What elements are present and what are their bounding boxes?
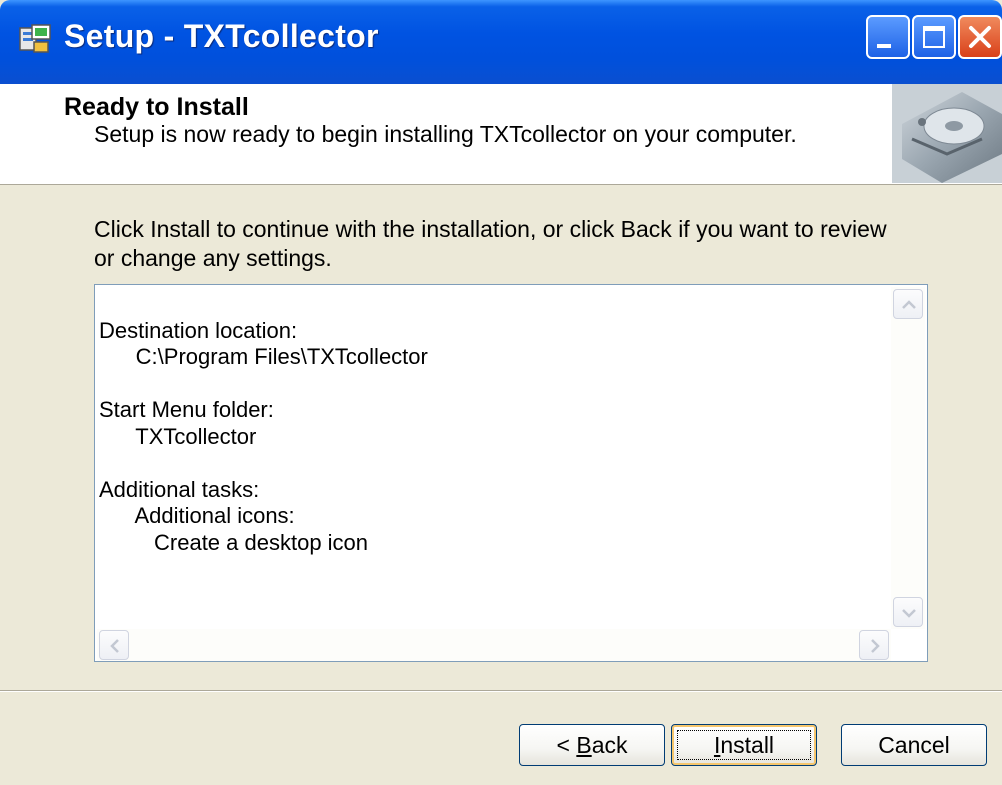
scroll-up-button[interactable] [893, 289, 923, 319]
back-accelerator: B [576, 732, 592, 758]
install-button-label: Install [714, 732, 774, 758]
maximize-icon [923, 26, 945, 48]
chevron-down-icon [902, 609, 916, 618]
page-subtitle: Setup is now ready to begin installing T… [94, 121, 797, 147]
page-title: Ready to Install [64, 93, 249, 121]
memo-line: Destination location: [99, 317, 298, 343]
window-title: Setup - TXTcollector [64, 18, 379, 54]
chevron-right-icon [871, 639, 880, 653]
install-label-rest: nstall [720, 732, 775, 758]
back-button[interactable]: < Back [519, 724, 665, 766]
title-bar[interactable]: Setup - TXTcollector [0, 0, 1002, 84]
memo-line: C:\Program Files\TXTcollector [99, 344, 428, 369]
settings-summary-box[interactable]: Destination location: C:\Program Files\T… [94, 284, 928, 662]
footer-divider-highlight [0, 691, 1002, 692]
minimize-button[interactable] [866, 15, 910, 59]
back-label-rest: ack [591, 732, 628, 758]
back-prefix: < [556, 732, 577, 758]
memo-line: Create a desktop icon [99, 529, 369, 555]
scroll-down-button[interactable] [893, 597, 923, 627]
horizontal-scrollbar[interactable] [97, 629, 891, 661]
chevron-up-icon [902, 300, 916, 309]
close-icon [969, 26, 991, 48]
memo-line: Additional tasks: [99, 476, 260, 502]
back-button-label: < Back [557, 732, 628, 758]
memo-line: TXTcollector [99, 423, 257, 449]
close-button[interactable] [958, 15, 1002, 59]
memo-line: Additional icons: [99, 503, 295, 528]
setup-app-icon [19, 24, 51, 53]
settings-summary-text: Destination location: C:\Program Files\T… [99, 291, 428, 556]
scroll-right-button[interactable] [859, 630, 889, 660]
cancel-button-label: Cancel [878, 732, 950, 758]
scroll-left-button[interactable] [99, 630, 129, 660]
vertical-scrollbar[interactable] [891, 287, 925, 629]
install-button[interactable]: Install [671, 724, 817, 766]
cancel-button[interactable]: Cancel [841, 724, 987, 766]
memo-line: Start Menu folder: [99, 397, 274, 422]
hard-drive-icon [892, 84, 1002, 183]
minimize-icon [877, 44, 891, 48]
instructions-text: Click Install to continue with the insta… [94, 216, 887, 271]
maximize-button[interactable] [912, 15, 956, 59]
chevron-left-icon [110, 639, 119, 653]
